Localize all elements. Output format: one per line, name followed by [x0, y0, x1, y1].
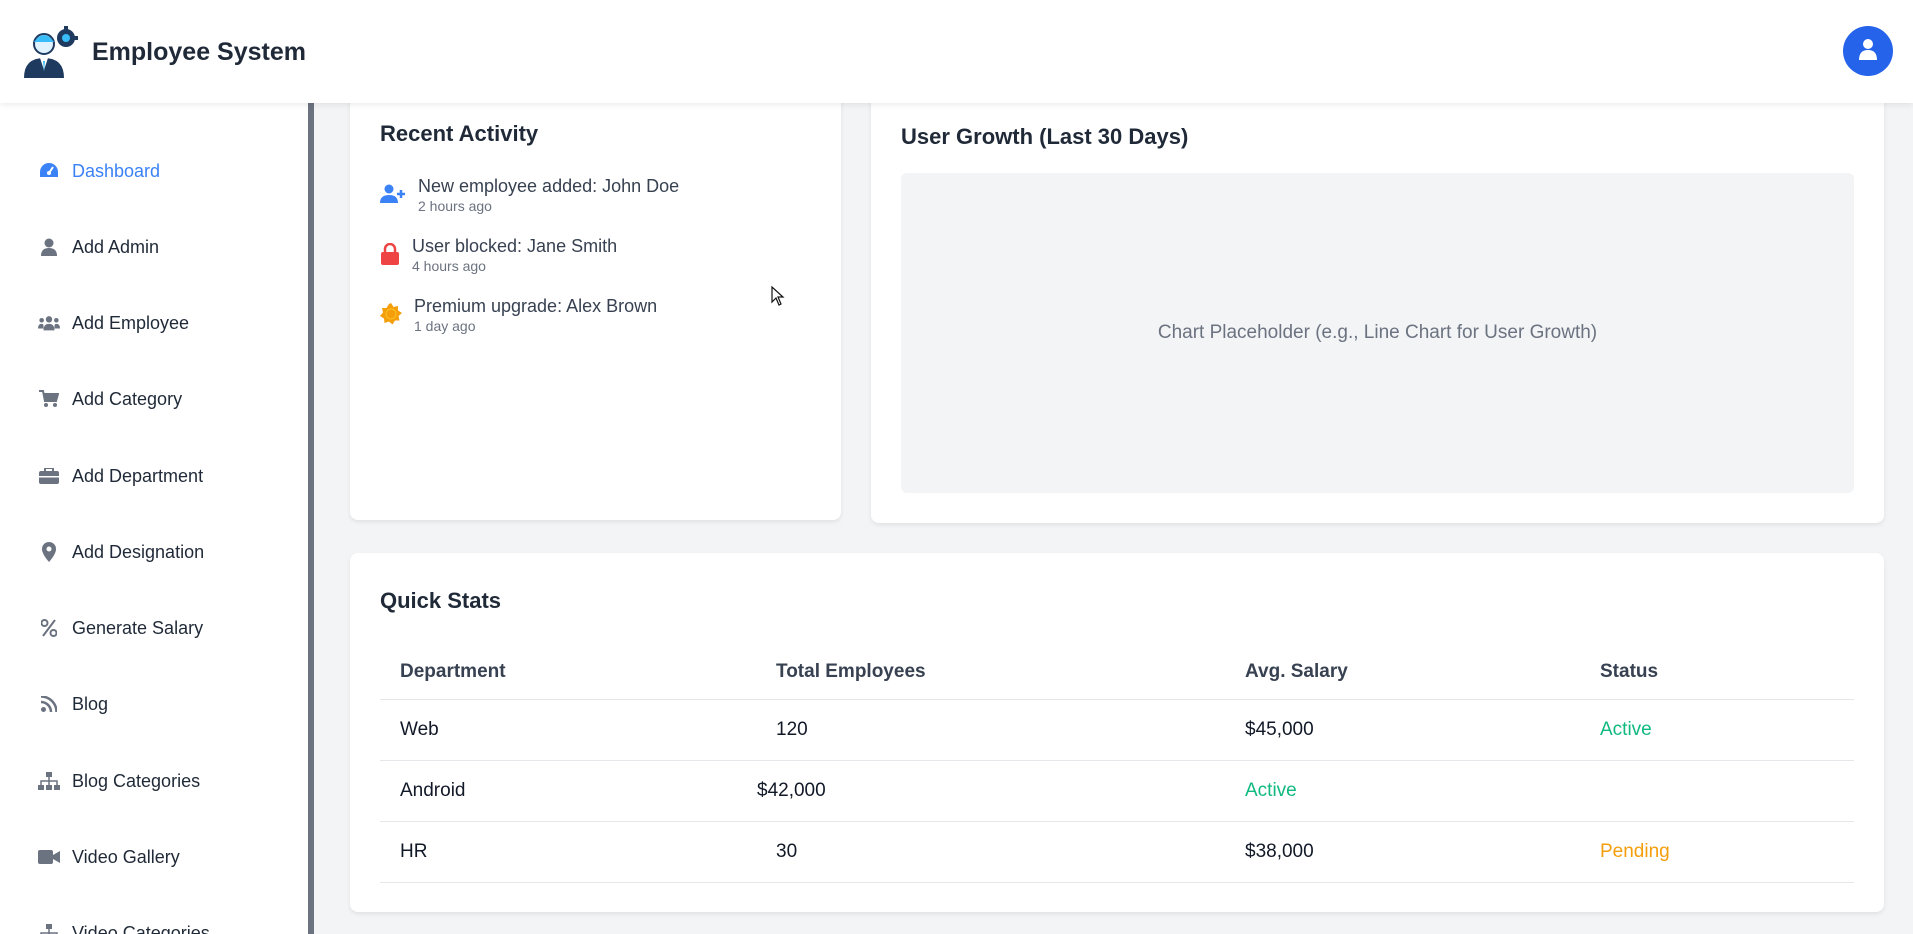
department-cell: Web	[380, 699, 756, 761]
sidebar-item-add-employee[interactable]: Add Employee	[38, 312, 189, 334]
sidebar-item-label: Dashboard	[72, 160, 161, 181]
empty-cell	[1580, 760, 1854, 822]
activity-text: New employee added: John Doe	[418, 176, 680, 196]
sidebar-item-blog-categories[interactable]: Blog Categories	[38, 770, 200, 792]
sidebar-item-label: Add Admin	[72, 236, 160, 257]
status-cell: Pending	[1580, 821, 1854, 883]
avg-salary-cell: $42,000	[756, 760, 1225, 822]
sidebar-item-label: Video Gallery	[72, 846, 180, 867]
badge-icon	[380, 301, 402, 327]
table-row[interactable]: HR 30 $38,000 Pending	[380, 821, 1854, 883]
user-icon	[38, 236, 60, 258]
column-header[interactable]: Status	[1580, 646, 1854, 700]
sidebar-item-label: Blog	[72, 693, 109, 714]
activity-item: User blocked: Jane Smith 4 hours ago	[380, 235, 617, 275]
total-employees-cell: 30	[756, 821, 1225, 883]
sidebar-item-blog[interactable]: Blog	[38, 693, 108, 715]
sidebar-item-label: Blog Categories	[72, 770, 201, 791]
sidebar-item-add-category[interactable]: Add Category	[38, 388, 182, 410]
sidebar-item-label: Add Department	[72, 465, 204, 486]
sidebar-item-label: Video Categories	[72, 922, 210, 934]
sidebar-item-video-gallery[interactable]: Video Gallery	[38, 846, 180, 868]
user-icon	[1858, 38, 1878, 65]
table-row[interactable]: Web 120 $45,000 Active	[380, 699, 1854, 761]
sidebar-item-dashboard[interactable]: Dashboard	[38, 160, 160, 182]
chart-placeholder: Chart Placeholder (e.g., Line Chart for …	[901, 173, 1854, 493]
activity-item: Premium upgrade: Alex Brown 1 day ago	[380, 295, 657, 335]
avg-salary-cell: $45,000	[1225, 699, 1580, 761]
column-header[interactable]: Department	[380, 646, 756, 700]
sidebar-item-label: Add Employee	[72, 312, 190, 333]
employee-gear-logo-icon	[22, 24, 78, 78]
activity-time: 1 day ago	[414, 318, 476, 334]
sitemap-icon	[38, 922, 60, 934]
department-cell: Android	[380, 760, 756, 822]
sidebar-item-video-categories[interactable]: Video Categories	[38, 922, 210, 934]
sidebar-item-label: Add Designation	[72, 541, 205, 562]
map-pin-icon	[38, 541, 60, 563]
sidebar-item-label: Generate Salary	[72, 617, 204, 638]
column-header[interactable]: Total Employees	[756, 646, 1225, 700]
sidebar-item-add-department[interactable]: Add Department	[38, 465, 203, 487]
cart-icon	[38, 388, 60, 410]
users-icon	[38, 312, 60, 334]
quick-stats-title: Quick Stats	[380, 588, 502, 613]
percent-icon	[38, 617, 60, 639]
user-plus-icon	[380, 181, 406, 207]
table-row[interactable]: Android $42,000 Active	[380, 760, 1854, 822]
top-header: Employee System	[0, 0, 1913, 103]
total-employees-cell: 120	[756, 699, 1225, 761]
activity-time: 4 hours ago	[412, 258, 486, 274]
user-menu-button[interactable]	[1843, 26, 1893, 76]
activity-time: 2 hours ago	[418, 198, 492, 214]
tachometer-icon	[38, 160, 60, 182]
table-header-row: Department Total Employees Avg. Salary S…	[380, 646, 1854, 700]
activity-text: User blocked: Jane Smith	[412, 236, 618, 256]
column-header[interactable]: Avg. Salary	[1225, 646, 1580, 700]
sidebar-item-add-admin[interactable]: Add Admin	[38, 236, 159, 258]
sidebar-item-label: Add Category	[72, 388, 183, 409]
rss-icon	[38, 693, 60, 715]
status-cell: Active	[1580, 699, 1854, 761]
activity-item: New employee added: John Doe 2 hours ago	[380, 175, 679, 215]
user-growth-title: User Growth (Last 30 Days)	[901, 124, 1189, 149]
lock-icon	[380, 241, 400, 267]
activity-text: Premium upgrade: Alex Brown	[414, 296, 658, 316]
mouse-cursor-icon	[771, 285, 785, 306]
status-cell: Active	[1225, 760, 1580, 822]
sidebar: Dashboard Add Admin Add Employee Add Cat…	[0, 103, 314, 934]
sidebar-item-add-designation[interactable]: Add Designation	[38, 541, 204, 563]
recent-activity-title: Recent Activity	[380, 121, 539, 146]
sidebar-item-generate-salary[interactable]: Generate Salary	[38, 617, 203, 639]
quick-stats-table: Department Total Employees Avg. Salary S…	[380, 646, 1854, 883]
sitemap-icon	[38, 770, 60, 792]
chart-placeholder-text: Chart Placeholder (e.g., Line Chart for …	[1157, 322, 1598, 343]
avg-salary-cell: $38,000	[1225, 821, 1580, 883]
briefcase-icon	[38, 465, 60, 487]
app-title: Employee System	[92, 38, 306, 66]
department-cell: HR	[380, 821, 756, 883]
video-icon	[38, 846, 60, 868]
